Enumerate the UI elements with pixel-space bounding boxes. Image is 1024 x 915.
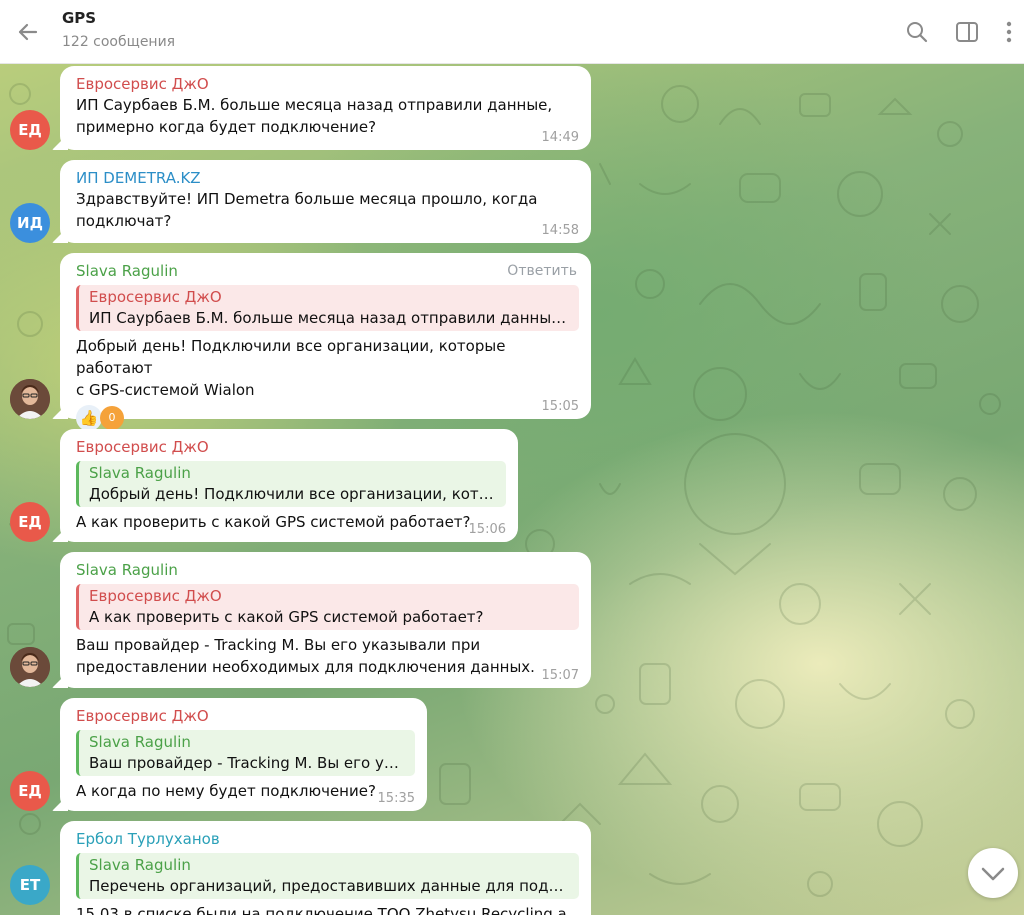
message-time: 15:35 [377,791,415,806]
message-time: 15:07 [541,668,579,683]
reactions: 👍 0 [76,405,579,431]
message-bubble[interactable]: Евросервис ДжО Slava Ragulin Добрый день… [60,429,518,542]
avatar[interactable]: ЕД [10,771,50,811]
user-photo-icon [10,647,50,687]
quote-sender: Евросервис ДжО [89,587,222,605]
message-bubble[interactable]: Slava Ragulin Евросервис ДжО А как прове… [60,552,591,688]
reply-quote[interactable]: Евросервис ДжО А как проверить с какой G… [76,584,579,630]
quote-sender: Евросервис ДжО [89,288,222,306]
message-time: 15:05 [541,399,579,414]
quote-text: Ваш провайдер - Tracking M. Вы его ука..… [89,754,407,772]
sender-name[interactable]: Евросервис ДжО [76,74,579,94]
reaction-count: 0 [100,406,124,430]
sender-name[interactable]: Slava Ragulin [76,261,579,281]
chat-title[interactable]: GPS [62,9,96,27]
reply-button[interactable]: Ответить [507,263,577,279]
message-text-line: ИП Саурбаев Б.М. больше месяца назад отп… [76,96,553,114]
avatar[interactable]: ИД [10,203,50,243]
search-icon[interactable] [904,19,930,45]
quote-text: Добрый день! Подключили все организации,… [89,485,498,503]
sender-name[interactable]: Евросервис ДжО [76,437,506,457]
chat-header: GPS 122 сообщения [0,0,1024,64]
reply-quote[interactable]: Евросервис ДжО ИП Саурбаев Б.М. больше м… [76,285,579,331]
sender-name[interactable]: ИП DEMETRA.KZ [76,168,579,188]
user-photo-icon [10,379,50,419]
quote-sender: Slava Ragulin [89,733,191,751]
message-time: 14:49 [541,130,579,145]
message-text-line: Добрый день! Подключили все организации,… [76,337,506,377]
avatar-photo[interactable] [10,647,50,687]
chat-area[interactable]: Евросервис ДжО ИП Саурбаев Б.М. больше м… [0,64,1024,915]
message-text-line: примерно когда будет подключение? [76,118,377,136]
avatar[interactable]: ЕД [10,110,50,150]
message-bubble[interactable]: Евросервис ДжО ИП Саурбаев Б.М. больше м… [60,66,591,150]
quote-sender: Slava Ragulin [89,856,191,874]
more-vertical-icon[interactable] [997,19,1021,45]
quote-text: ИП Саурбаев Б.М. больше месяца назад отп… [89,309,571,327]
message-text-line: Ваш провайдер - Tracking M. Вы его указы… [76,636,481,654]
message-time: 15:06 [468,522,506,537]
avatar[interactable]: ЕТ [10,865,50,905]
message-text-line: 15.03 в списке были на подключение ТОО Z… [76,905,567,915]
message-bubble[interactable]: ИП DEMETRA.KZ Здравствуйте! ИП Demetra б… [60,160,591,243]
reply-quote[interactable]: Slava Ragulin Ваш провайдер - Tracking M… [76,730,415,776]
member-count: 122 сообщения [62,34,176,50]
message-text-line: А когда по нему будет подключение? [76,782,376,800]
message-text-line: А как проверить с какой GPS системой раб… [76,513,471,531]
sender-name[interactable]: Slava Ragulin [76,560,579,580]
quote-sender: Slava Ragulin [89,464,191,482]
sender-name[interactable]: Ербол Турлуханов [76,829,579,849]
sender-name[interactable]: Евросервис ДжО [76,706,415,726]
avatar-photo[interactable] [10,379,50,419]
quote-text: А как проверить с какой GPS системой раб… [89,608,484,626]
sidebar-toggle-icon[interactable] [954,19,980,45]
message-text-line: предоставлении необходимых для подключен… [76,658,535,676]
message-text-line: Здравствуйте! ИП Demetra больше месяца п… [76,190,538,208]
message-time: 14:58 [541,223,579,238]
thumbs-up-reaction[interactable]: 👍 [76,405,102,431]
message-bubble[interactable]: Ербол Турлуханов Slava Ragulin Перечень … [60,821,591,915]
message-bubble[interactable]: Slava Ragulin Ответить Евросервис ДжО ИП… [60,253,591,431]
quote-text: Перечень организаций, предоставивших дан… [89,877,571,895]
chevron-down-icon [981,867,1005,881]
message-text-line: с GPS-системой Wialon [76,381,255,399]
reply-quote[interactable]: Slava Ragulin Добрый день! Подключили вс… [76,461,506,507]
back-arrow-icon[interactable] [14,18,42,46]
scroll-to-bottom-button[interactable] [968,848,1018,898]
avatar[interactable]: ЕД [10,502,50,542]
message-bubble[interactable]: Евросервис ДжО Slava Ragulin Ваш провайд… [60,698,427,811]
reply-quote[interactable]: Slava Ragulin Перечень организаций, пред… [76,853,579,899]
message-text-line: подключат? [76,212,172,230]
